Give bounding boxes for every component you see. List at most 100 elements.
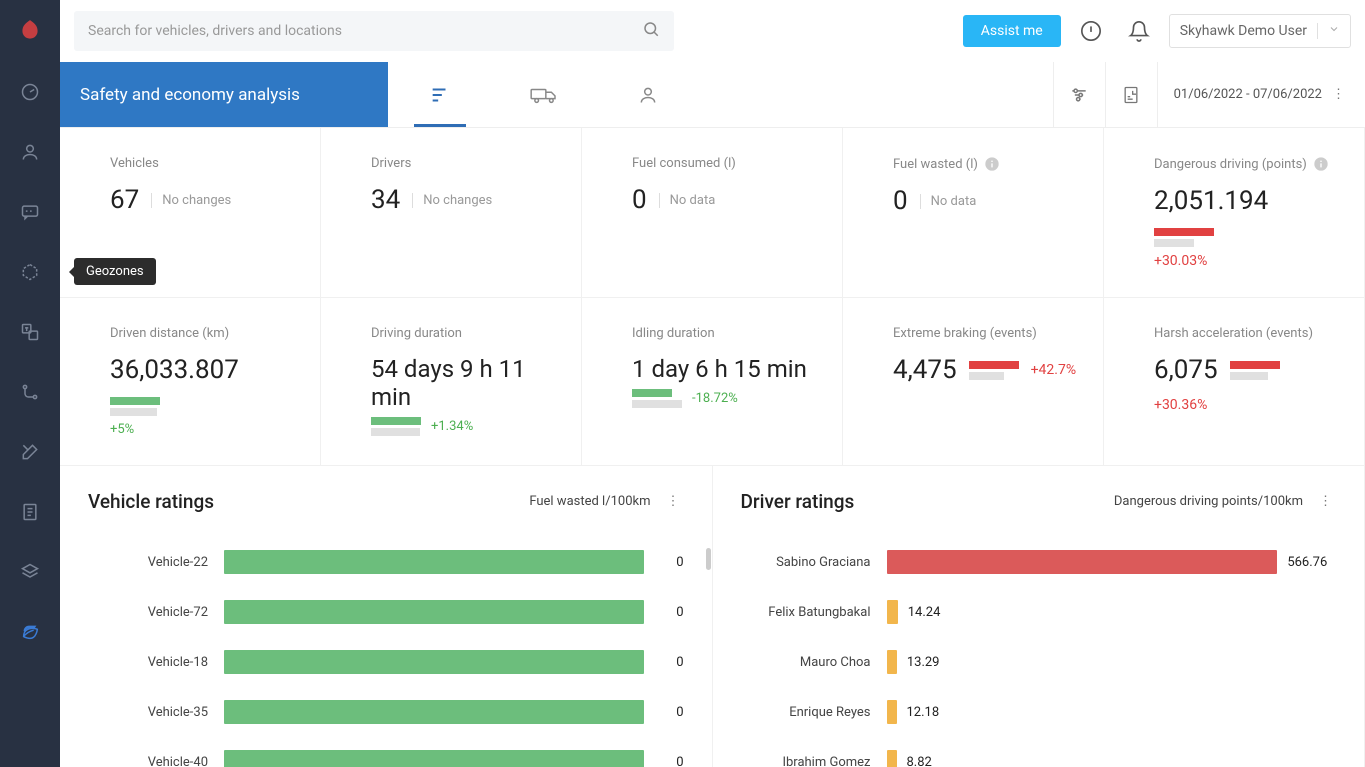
nav-people[interactable] [0, 122, 60, 182]
tab-drivers[interactable] [596, 62, 700, 127]
search-input[interactable] [88, 23, 642, 39]
rating-label: Felix Batungbakal [741, 605, 871, 620]
metric-extreme-braking: Extreme braking (events) 4,475 +42.7% [843, 298, 1104, 466]
notifications-icon[interactable] [1121, 13, 1157, 49]
rating-label: Mauro Choa [741, 655, 871, 670]
nav-translate[interactable] [0, 302, 60, 362]
rating-bar [224, 600, 644, 624]
ratings-section: Vehicle ratings Fuel wasted l/100km ⋮ Ve… [60, 466, 1365, 767]
subtabs [388, 62, 700, 127]
user-menu[interactable]: Skyhawk Demo User [1169, 14, 1351, 48]
nav-eco[interactable] [0, 602, 60, 662]
info-icon[interactable] [984, 156, 1000, 172]
date-menu-icon[interactable]: ⋮ [1328, 83, 1349, 106]
rating-value: 566.76 [1287, 555, 1336, 570]
driver-rating-row[interactable]: Mauro Choa 13.29 [741, 637, 1337, 687]
nav-reports[interactable] [0, 482, 60, 542]
rating-bar [224, 550, 644, 574]
scrollbar-thumb[interactable] [706, 548, 711, 570]
rating-value: 0 [660, 705, 684, 720]
driver-rating-row[interactable]: Enrique Reyes 12.18 [741, 687, 1337, 737]
filter-icon[interactable] [1054, 62, 1106, 127]
driver-ratings-panel: Driver ratings Dangerous driving points/… [713, 466, 1365, 767]
rating-bar: 566.76 [887, 550, 1337, 574]
metric-driving-duration: Driving duration 54 days 9 h 11 min +1.3… [321, 298, 582, 466]
rating-value: 0 [660, 605, 684, 620]
driver-ratings-metric: Dangerous driving points/100km [1114, 494, 1303, 509]
kebab-icon[interactable]: ⋮ [663, 490, 684, 513]
tab-overview[interactable] [388, 62, 492, 127]
vehicle-ratings-metric: Fuel wasted l/100km [529, 494, 650, 509]
rating-value: 14.24 [908, 605, 964, 620]
rating-label: Sabino Graciana [741, 555, 871, 570]
rating-value: 8.82 [907, 755, 963, 767]
metric-distance: Driven distance (km) 36,033.807 +5% [60, 298, 321, 466]
rating-value: 0 [660, 755, 684, 767]
rating-bar [224, 700, 644, 724]
info-icon[interactable] [1313, 156, 1329, 172]
metrics-grid: Vehicles 67 No changes Drivers 34 No cha… [60, 128, 1365, 466]
rating-label: Vehicle-22 [88, 555, 208, 570]
trend-bars [110, 397, 160, 416]
metric-fuel-wasted: Fuel wasted (l) 0 No data [843, 128, 1104, 298]
app-logo [0, 0, 60, 62]
rating-value: 0 [660, 655, 684, 670]
nav-layers[interactable] [0, 542, 60, 602]
search-icon[interactable] [642, 20, 660, 42]
rating-label: Ibrahim Gomez [741, 755, 871, 767]
rating-label: Enrique Reyes [741, 705, 871, 720]
trend-bars [1154, 228, 1214, 247]
rating-label: Vehicle-72 [88, 605, 208, 620]
vehicle-ratings-panel: Vehicle ratings Fuel wasted l/100km ⋮ Ve… [60, 466, 713, 767]
help-icon[interactable] [1073, 13, 1109, 49]
metric-sub: No changes [151, 193, 231, 208]
vehicle-rating-row[interactable]: Vehicle-40 0 [88, 737, 684, 767]
metric-harsh-accel: Harsh acceleration (events) 6,075 +30.36… [1104, 298, 1365, 466]
metric-label: Vehicles [110, 156, 296, 171]
chevron-down-icon [1317, 23, 1340, 39]
metric-drivers: Drivers 34 No changes [321, 128, 582, 298]
nav-geozones[interactable] [0, 242, 60, 302]
metric-fuel-consumed: Fuel consumed (l) 0 No data [582, 128, 843, 298]
vehicle-rating-row[interactable]: Vehicle-22 0 [88, 537, 684, 587]
rating-bar: 12.18 [887, 700, 1337, 724]
rating-value: 0 [660, 555, 684, 570]
rating-label: Vehicle-18 [88, 655, 208, 670]
rating-label: Vehicle-35 [88, 705, 208, 720]
tab-vehicles[interactable] [492, 62, 596, 127]
rating-bar: 8.82 [887, 750, 1337, 767]
assist-button[interactable]: Assist me [963, 15, 1061, 47]
trend-bars [1230, 361, 1280, 380]
trend-bars [632, 389, 682, 408]
rating-bar [224, 750, 644, 767]
tooltip-geozones: Geozones [74, 258, 156, 285]
topbar: Assist me Skyhawk Demo User [60, 0, 1365, 62]
metric-dangerous: Dangerous driving (points) 2,051.194 +30… [1104, 128, 1365, 298]
search-box[interactable] [74, 11, 674, 51]
export-icon[interactable] [1106, 62, 1158, 127]
driver-rating-row[interactable]: Ibrahim Gomez 8.82 [741, 737, 1337, 767]
rating-bar [224, 650, 644, 674]
vehicle-rating-row[interactable]: Vehicle-72 0 [88, 587, 684, 637]
kebab-icon[interactable]: ⋮ [1315, 490, 1336, 513]
vehicle-rating-row[interactable]: Vehicle-18 0 [88, 637, 684, 687]
content: Vehicles 67 No changes Drivers 34 No cha… [60, 128, 1365, 767]
driver-ratings-title: Driver ratings [741, 490, 855, 513]
sidebar [0, 0, 60, 767]
driver-rating-row[interactable]: Felix Batungbakal 14.24 [741, 587, 1337, 637]
rating-value: 13.29 [907, 655, 963, 670]
rating-bar: 13.29 [887, 650, 1337, 674]
nav-chat[interactable] [0, 182, 60, 242]
nav-tools[interactable] [0, 422, 60, 482]
page-title: Safety and economy analysis [60, 62, 388, 127]
nav-route[interactable] [0, 362, 60, 422]
vehicle-rating-row[interactable]: Vehicle-35 0 [88, 687, 684, 737]
driver-rating-row[interactable]: Sabino Graciana 566.76 [741, 537, 1337, 587]
date-range[interactable]: 01/06/2022 - 07/06/2022 ⋮ [1158, 83, 1365, 106]
rating-bar: 14.24 [887, 600, 1337, 624]
subheader: Safety and economy analysis 01/06/2022 -… [60, 62, 1365, 128]
metric-value: 67 [110, 185, 139, 215]
rating-label: Vehicle-40 [88, 755, 208, 767]
nav-dashboard[interactable] [0, 62, 60, 122]
rating-value: 12.18 [907, 705, 963, 720]
